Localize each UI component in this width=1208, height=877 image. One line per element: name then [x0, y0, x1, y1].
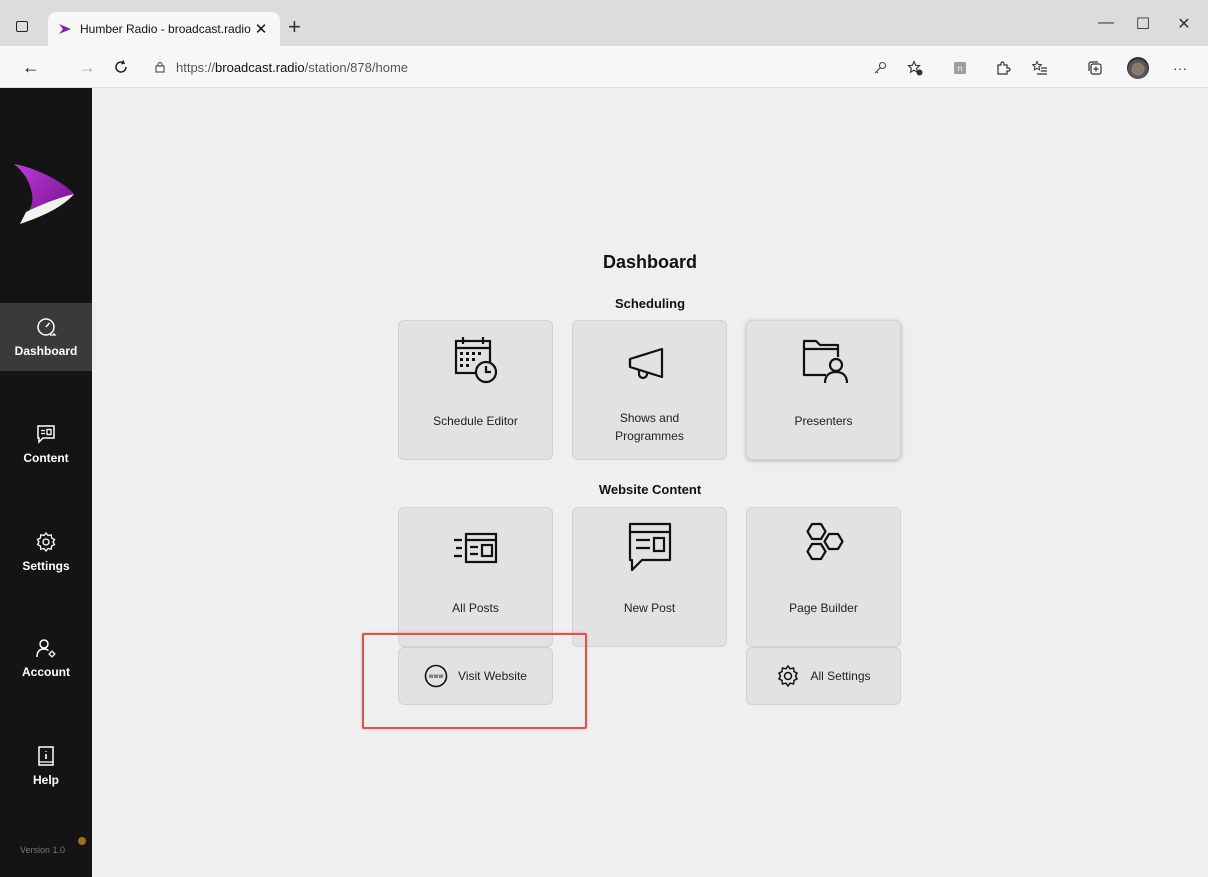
sidebar-item-label: Help: [32, 773, 59, 787]
dashboard-gauge-icon: [37, 318, 57, 336]
main-content: Dashboard Scheduling Schedule Editor Sho…: [92, 88, 1208, 877]
maximize-button[interactable]: ☐: [1133, 14, 1153, 34]
tab-title: Humber Radio - broadcast.radio: [80, 22, 251, 36]
url-field[interactable]: https://broadcast.radio/station/878/home: [148, 54, 888, 80]
card-label: Page Builder: [789, 601, 858, 615]
browser-tab[interactable]: Humber Radio - broadcast.radio ✕: [48, 12, 280, 46]
close-window-button[interactable]: ✕: [1174, 14, 1194, 34]
sidebar-item-settings[interactable]: Settings: [0, 518, 92, 586]
section-title-scheduling: Scheduling: [614, 296, 686, 311]
card-label: Presenters: [794, 414, 853, 428]
all-posts-card[interactable]: All Posts: [398, 507, 553, 647]
card-label: Schedule Editor: [433, 414, 518, 428]
site-favicon-icon: [59, 24, 71, 34]
all-settings-button[interactable]: All Settings: [746, 647, 901, 705]
chat-document-icon: [628, 522, 671, 572]
gear-icon: [36, 531, 56, 553]
folder-person-icon: [802, 339, 848, 384]
broadcast-radio-logo: [14, 164, 74, 224]
key-icon[interactable]: [870, 58, 890, 78]
sidebar: Dashboard Content Settings Account Help …: [0, 88, 92, 877]
account-user-gear-icon: [36, 639, 56, 658]
section-title-website-content: Website Content: [598, 482, 702, 497]
content-chat-icon: [37, 425, 55, 444]
page-builder-card[interactable]: Page Builder: [746, 507, 901, 647]
card-label: Shows and Programmes: [615, 411, 684, 443]
collections-icon[interactable]: [1085, 58, 1105, 78]
presenters-card[interactable]: Presenters: [746, 320, 901, 460]
refresh-icon[interactable]: [110, 56, 132, 78]
extensions-puzzle-icon[interactable]: [993, 58, 1013, 78]
sidebar-item-label: Settings: [22, 559, 70, 573]
shows-programmes-card[interactable]: Shows and Programmes: [572, 320, 727, 460]
favorite-add-icon[interactable]: [905, 58, 925, 78]
list-document-icon: [453, 532, 497, 564]
url-text: https://broadcast.radio/station/878/home: [176, 59, 409, 75]
tab-close-icon[interactable]: ✕: [252, 20, 270, 38]
browser-tab-bar: Humber Radio - broadcast.radio ✕ + — ☐ ✕: [0, 0, 1208, 46]
browser-address-bar: ← → https://broadcast.radio/station/878/…: [0, 46, 1208, 88]
sidebar-item-content[interactable]: Content: [0, 410, 92, 478]
lock-icon: [155, 61, 165, 73]
minimize-button[interactable]: —: [1096, 14, 1116, 32]
new-post-card[interactable]: New Post: [572, 507, 727, 647]
favorites-list-icon[interactable]: [1030, 58, 1050, 78]
hexagons-icon: [805, 522, 844, 561]
calendar-clock-icon: [454, 337, 497, 384]
sidebar-item-help[interactable]: Help: [0, 732, 92, 800]
svg-text:n: n: [957, 64, 962, 73]
schedule-editor-card[interactable]: Schedule Editor: [398, 320, 553, 460]
gear-icon: [778, 664, 799, 688]
card-label: All Posts: [452, 601, 499, 615]
megaphone-icon: [628, 347, 663, 380]
more-menu-icon[interactable]: ···: [1170, 58, 1190, 78]
sidebar-item-label: Dashboard: [14, 344, 78, 358]
version-label: Version 1.0: [20, 845, 66, 855]
back-icon[interactable]: ←: [20, 56, 42, 78]
new-tab-button[interactable]: +: [288, 16, 301, 38]
status-dot: [78, 837, 86, 845]
sidebar-item-account[interactable]: Account: [0, 624, 92, 692]
page-title: Dashboard: [602, 252, 698, 272]
annotation-highlight-box: [362, 633, 587, 729]
extension-icon[interactable]: n: [950, 58, 970, 78]
sidebar-item-label: Account: [22, 665, 70, 679]
sidebar-item-dashboard[interactable]: Dashboard: [0, 303, 92, 371]
tab-actions-icon[interactable]: [10, 14, 34, 38]
info-book-icon: [38, 746, 54, 766]
forward-icon[interactable]: →: [76, 56, 98, 78]
card-label: New Post: [623, 601, 676, 615]
sidebar-item-label: Content: [23, 451, 69, 465]
profile-avatar[interactable]: [1127, 57, 1149, 79]
all-settings-label: All Settings: [810, 669, 871, 683]
